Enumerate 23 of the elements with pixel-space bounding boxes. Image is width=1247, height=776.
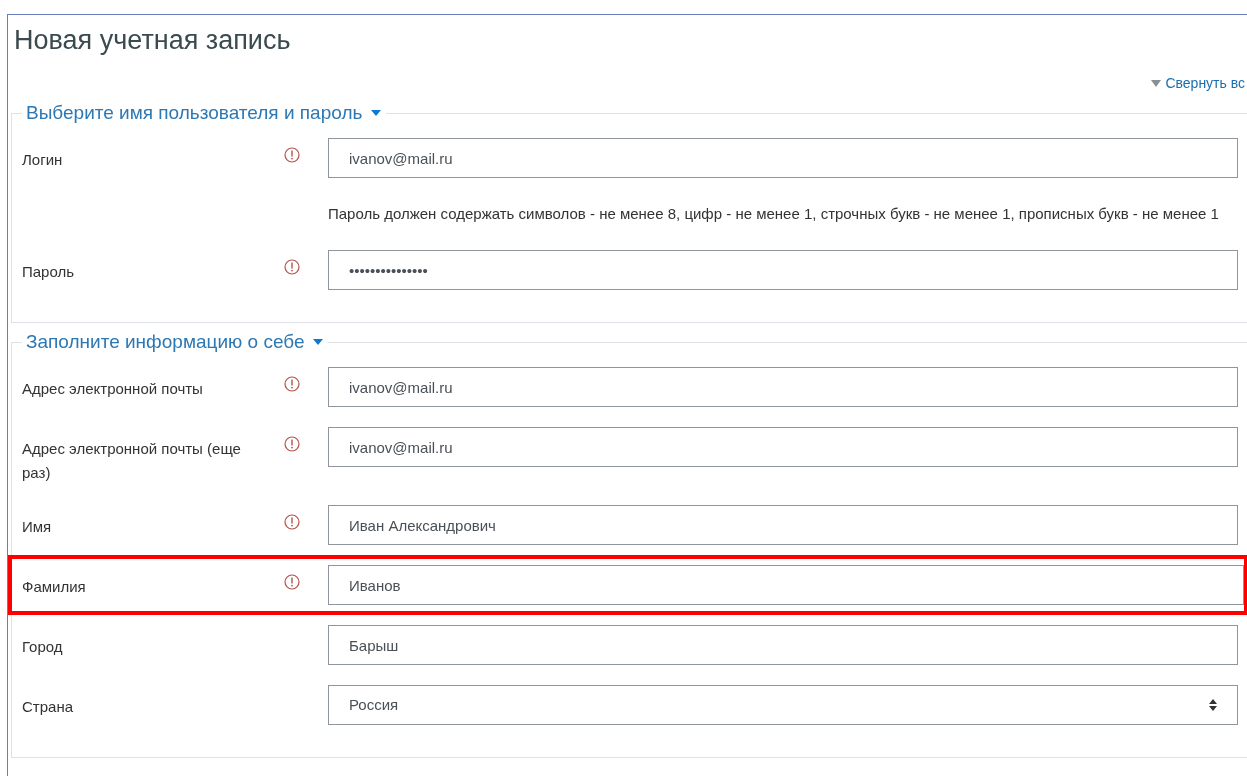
field-label: Логин (22, 151, 63, 168)
input-field[interactable]: Иван Александрович (328, 505, 1238, 545)
password-hint: Пароль должен содержать символов - не менее 8, цифр - не менее 1, строчных букв - не менее 1, прописных букв - не менее 1 (328, 204, 1220, 224)
field-label: Пароль (22, 263, 75, 280)
input-field[interactable]: ivanov@mail.ru (328, 427, 1238, 467)
input-field[interactable]: Иванов (328, 565, 1244, 605)
country-select[interactable]: Россия (328, 685, 1238, 725)
input-field[interactable]: ivanov@mail.ru (328, 138, 1238, 178)
caret-icon (1151, 80, 1162, 87)
section-heading[interactable]: Выберите имя пользователя и пароль (26, 98, 363, 128)
sort-icon (1209, 699, 1217, 711)
section-heading[interactable]: Заполните информацию о себе (26, 327, 305, 357)
input-field[interactable]: Барыш (328, 625, 1238, 665)
field-label: Адрес электронной почты (еще раз) (22, 440, 241, 481)
field-label: Адрес электронной почты (22, 380, 203, 397)
field-label: Имя (22, 518, 52, 535)
collapse-all-link[interactable]: Свернуть вс (1151, 73, 1245, 94)
input-field[interactable]: ivanov@mail.ru (328, 367, 1238, 407)
field-label: Фамилия (22, 578, 86, 595)
field-label: Город (22, 638, 63, 655)
page-title: Новая учетная запись (13, 24, 292, 57)
password-field[interactable]: ••••••••••••••• (328, 250, 1238, 290)
field-label: Страна (22, 698, 73, 715)
